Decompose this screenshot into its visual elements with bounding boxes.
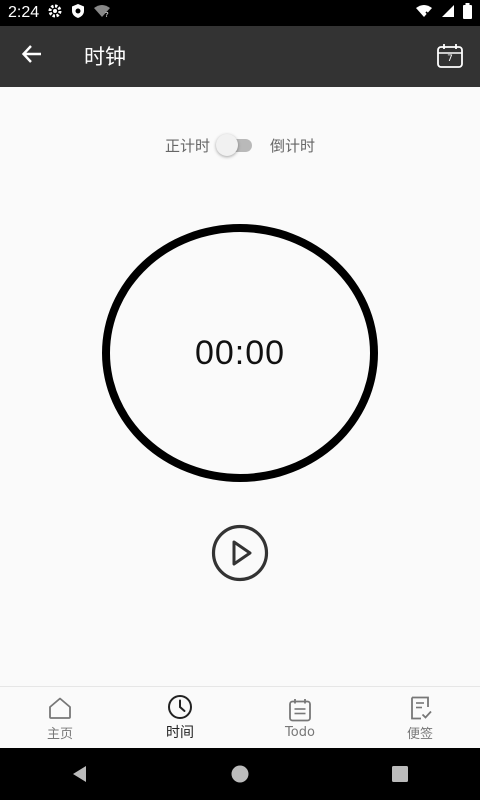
page-title: 时钟 — [84, 45, 126, 69]
note-check-icon — [407, 695, 433, 721]
nav-label-notes: 便签 — [406, 726, 433, 742]
mode-switch-row: 正计时 倒计时 — [0, 130, 480, 160]
nav-item-time[interactable]: 时间 — [120, 687, 240, 749]
calendar-button[interactable]: 7 — [428, 34, 472, 78]
system-home-button[interactable] — [210, 754, 270, 794]
wifi-off-icon — [415, 4, 433, 22]
system-nav-bar — [0, 748, 480, 800]
triangle-back-icon — [73, 766, 86, 782]
nav-item-todo[interactable]: Todo — [240, 687, 360, 749]
svg-text:?: ? — [105, 11, 109, 18]
status-bar: 2:24 ? — [0, 0, 480, 26]
signal-icon — [441, 4, 455, 22]
nav-label-todo: Todo — [285, 724, 315, 740]
home-icon — [47, 695, 73, 721]
timer-ring: 00:00 — [102, 224, 378, 482]
system-recents-button[interactable] — [370, 754, 430, 794]
arrow-left-icon — [21, 43, 43, 69]
mode-toggle-switch[interactable] — [216, 133, 256, 157]
nav-item-notes[interactable]: 便签 — [360, 687, 480, 749]
play-button[interactable] — [211, 524, 269, 582]
clock-icon — [167, 694, 193, 720]
nav-label-time: 时间 — [166, 725, 194, 741]
square-recents-icon — [392, 766, 408, 782]
system-back-button[interactable] — [50, 754, 110, 794]
app-bar: 时钟 7 — [0, 26, 480, 87]
settings-icon — [47, 3, 63, 23]
shield-icon — [71, 3, 85, 23]
toggle-thumb — [216, 134, 238, 156]
count-up-label: 正计时 — [164, 136, 210, 155]
circle-home-icon — [231, 765, 249, 783]
nav-label-home: 主页 — [46, 726, 73, 742]
battery-icon — [463, 3, 472, 23]
status-time: 2:24 — [8, 4, 40, 21]
calendar-list-icon — [287, 697, 313, 723]
nav-item-home[interactable]: 主页 — [0, 687, 120, 749]
bottom-nav: 主页 时间 Todo 便签 — [0, 686, 480, 749]
timer-display: 00:00 — [194, 333, 286, 372]
back-button[interactable] — [10, 34, 54, 78]
calendar-icon: 7 — [436, 43, 464, 69]
wifi-unknown-icon: ? — [93, 4, 111, 22]
countdown-label: 倒计时 — [270, 136, 316, 155]
calendar-day: 7 — [447, 54, 453, 64]
play-circle-icon — [211, 524, 269, 582]
